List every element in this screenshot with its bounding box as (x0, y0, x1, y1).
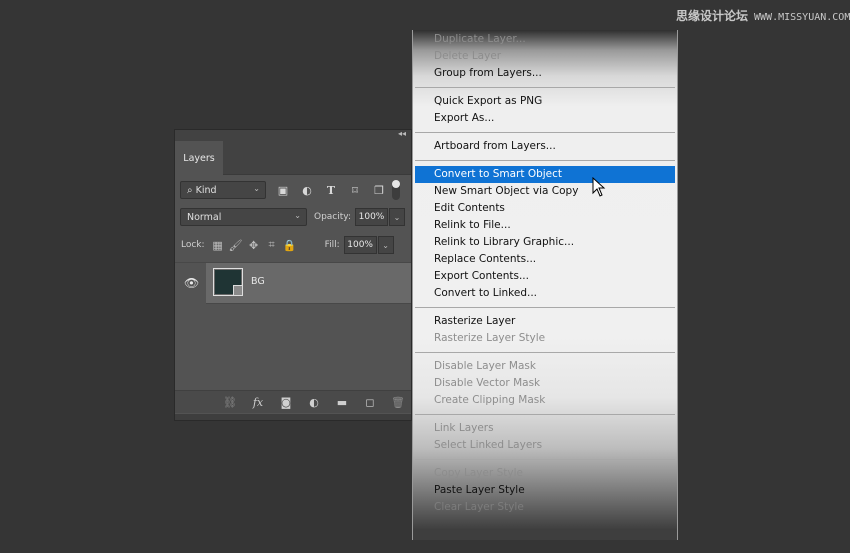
layer-thumbnail[interactable] (213, 268, 243, 296)
image-filter-icon[interactable]: ▣ (274, 183, 292, 197)
link-layers-icon[interactable]: ⛓ (223, 396, 237, 409)
menu-item-delete-layer: Delete Layer (434, 50, 502, 62)
filter-toggle[interactable] (392, 180, 400, 200)
filter-row: ⌕ Kind ⌄ ▣ ◐ T ⌑ ❐ (180, 180, 411, 200)
menu-item-relink-to-library-graphic[interactable]: Relink to Library Graphic... (415, 234, 675, 251)
adjustment-filter-icon[interactable]: ◐ (298, 183, 316, 197)
watermark-site: WWW.MISSYUAN.COM (754, 12, 850, 23)
menu-item-relink-to-file[interactable]: Relink to File... (415, 217, 675, 234)
blend-row: Normal ⌄ Opacity: 100% ⌄ (180, 208, 411, 226)
blend-mode-value: Normal (187, 211, 222, 223)
shape-filter-icon[interactable]: ⌑ (346, 183, 364, 197)
menu-item-rasterize-layer[interactable]: Rasterize Layer (415, 313, 675, 330)
collapse-panel-icon[interactable]: ◂◂ (398, 129, 406, 138)
menu-item-export-contents[interactable]: Export Contents... (415, 268, 675, 285)
panel-resize-grip[interactable] (175, 414, 411, 420)
fill-dropdown-button[interactable]: ⌄ (377, 236, 394, 254)
filter-kind-label: Kind (195, 184, 217, 196)
adjustment-layer-icon[interactable]: ◐ (307, 396, 321, 409)
menu-item-link-layers: Link Layers (434, 422, 494, 434)
lock-label: Lock: (181, 240, 205, 250)
add-mask-icon[interactable]: ◙ (279, 396, 293, 409)
panel-title-bar[interactable]: ◂◂ (175, 129, 411, 141)
watermark-chinese: 思缘设计论坛 (676, 9, 749, 23)
mouse-cursor-icon (592, 177, 606, 197)
lock-position-icon[interactable]: ✥ (245, 239, 263, 252)
menu-item-clear-layer-style: Clear Layer Style (434, 501, 524, 513)
menu-item-disable-vector-mask: Disable Vector Mask (434, 377, 541, 389)
menu-item-export-as[interactable]: Export As... (415, 110, 675, 127)
menu-item-group-from-layers[interactable]: Group from Layers... (415, 65, 675, 82)
lock-row: Lock: ▦ 🖌 ✥ ⌗ 🔒 Fill: 100% ⌄ (181, 236, 411, 254)
menu-item-artboard-from-layers[interactable]: Artboard from Layers... (415, 138, 675, 155)
watermark: 思缘设计论坛 WWW.MISSYUAN.COM (676, 7, 850, 24)
fill-label: Fill: (324, 240, 340, 250)
menu-item-quick-export-png[interactable]: Quick Export as PNG (415, 93, 675, 110)
menu-item-rasterize-layer-style: Rasterize Layer Style (434, 332, 546, 344)
lock-image-pixels-icon[interactable]: 🖌 (227, 239, 245, 252)
opacity-label: Opacity: (314, 212, 351, 222)
menu-separator (415, 459, 675, 460)
menu-item-convert-to-linked[interactable]: Convert to Linked... (415, 285, 675, 302)
panel-tab-bar: Layers (175, 141, 411, 175)
fill-input[interactable]: 100% (343, 236, 377, 254)
menu-item-paste-layer-style[interactable]: Paste Layer Style (415, 482, 675, 499)
menu-separator (415, 132, 675, 133)
menu-separator (415, 160, 675, 161)
opacity-input[interactable]: 100% (355, 208, 388, 226)
menu-separator (415, 307, 675, 308)
trash-icon[interactable]: 🗑 (391, 396, 405, 409)
menu-item-duplicate-layer: Duplicate Layer... (434, 33, 526, 45)
menu-item-edit-contents[interactable]: Edit Contents (415, 200, 675, 217)
chevron-down-icon: ⌄ (294, 211, 301, 220)
menu-item-convert-to-smart-object[interactable]: Convert to Smart Object (415, 166, 675, 183)
lock-transparent-pixels-icon[interactable]: ▦ (209, 239, 227, 252)
layers-list: BG (175, 262, 411, 389)
menu-item-disable-layer-mask: Disable Layer Mask (434, 360, 536, 372)
filter-kind-dropdown[interactable]: ⌕ Kind ⌄ (180, 181, 266, 199)
menu-separator (415, 352, 675, 353)
search-icon: ⌕ (187, 184, 193, 196)
layer-row[interactable]: BG (206, 263, 411, 304)
menu-item-replace-contents[interactable]: Replace Contents... (415, 251, 675, 268)
opacity-dropdown-button[interactable]: ⌄ (389, 208, 405, 226)
chevron-down-icon: ⌄ (393, 212, 401, 222)
menu-item-select-linked-layers: Select Linked Layers (434, 439, 543, 451)
blend-mode-dropdown[interactable]: Normal ⌄ (180, 208, 307, 226)
menu-item-create-clipping-mask: Create Clipping Mask (434, 394, 546, 406)
chevron-down-icon: ⌄ (382, 240, 389, 250)
context-menu: Duplicate Layer... Delete Layer Group fr… (412, 30, 678, 540)
layers-panel: ◂◂ Layers ⌕ Kind ⌄ ▣ ◐ T ⌑ ❐ Normal ⌄ Op… (175, 129, 411, 420)
smart-object-badge-icon (233, 285, 243, 296)
lock-all-icon[interactable]: 🔒 (281, 239, 299, 252)
new-group-folder-icon[interactable]: ▬ (335, 396, 349, 409)
visibility-eye-icon[interactable]: 👁 (184, 276, 199, 290)
menu-separator (415, 414, 675, 415)
tab-layers[interactable]: Layers (175, 141, 223, 175)
chevron-down-icon: ⌄ (253, 184, 260, 193)
menu-item-copy-layer-style: Copy Layer Style (434, 467, 523, 479)
new-layer-icon[interactable]: ◻ (363, 396, 377, 409)
lock-artboard-icon[interactable]: ⌗ (263, 238, 281, 252)
panel-bottom-bar: ⛓ fx ◙ ◐ ▬ ◻ 🗑 (175, 390, 411, 413)
fx-icon[interactable]: fx (251, 396, 265, 409)
type-filter-icon[interactable]: T (322, 183, 340, 197)
menu-item-new-smart-object-via-copy[interactable]: New Smart Object via Copy (415, 183, 675, 200)
menu-separator (415, 87, 675, 88)
smart-object-filter-icon[interactable]: ❐ (370, 183, 388, 197)
layer-name[interactable]: BG (251, 276, 265, 287)
